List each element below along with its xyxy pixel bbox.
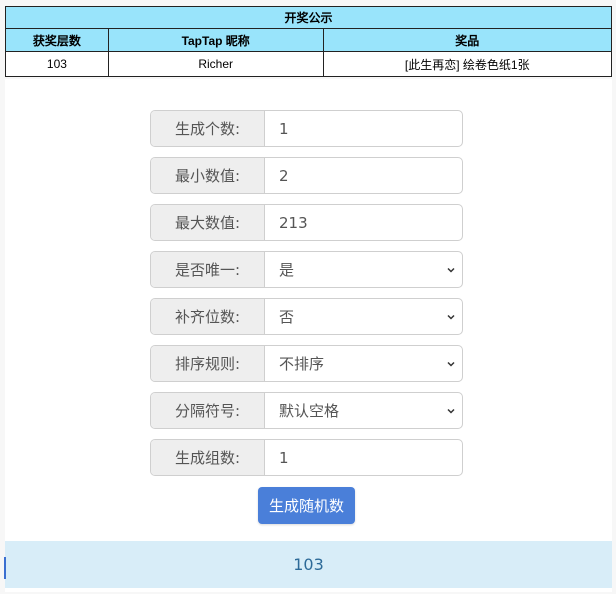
groups-label: 生成组数: bbox=[151, 440, 265, 475]
min-label: 最小数值: bbox=[151, 158, 265, 193]
pad-label: 补齐位数: bbox=[151, 299, 265, 334]
cell-nickname: Richer bbox=[107, 51, 324, 77]
generate-button[interactable]: 生成随机数 bbox=[258, 487, 355, 524]
unique-value: 是 bbox=[279, 261, 295, 279]
chevron-down-icon bbox=[447, 408, 455, 414]
generator-card: 生成个数: 最小数值: 最大数值: 是否唯一: 是 补齐位数: bbox=[5, 79, 612, 592]
generator-form: 生成个数: 最小数值: 最大数值: 是否唯一: 是 补齐位数: bbox=[150, 110, 463, 486]
max-row: 最大数值: bbox=[150, 204, 463, 241]
sort-select[interactable]: 不排序 bbox=[265, 346, 462, 381]
separator-select[interactable]: 默认空格 bbox=[265, 393, 462, 428]
max-input[interactable] bbox=[279, 213, 462, 232]
header-floor: 获奖层数 bbox=[5, 28, 109, 52]
sort-row: 排序规则: 不排序 bbox=[150, 345, 463, 382]
pad-row: 补齐位数: 否 bbox=[150, 298, 463, 335]
page: 开奖公示 获奖层数 TapTap 昵称 奖品 103 Richer [此生再恋]… bbox=[0, 0, 616, 594]
cell-prize: [此生再恋] 绘卷色纸1张 bbox=[322, 51, 613, 77]
unique-select[interactable]: 是 bbox=[265, 252, 462, 287]
separator-label: 分隔符号: bbox=[151, 393, 265, 428]
groups-input[interactable] bbox=[279, 448, 462, 467]
table-row: 103 Richer [此生再恋] 绘卷色纸1张 bbox=[5, 51, 613, 77]
max-label: 最大数值: bbox=[151, 205, 265, 240]
chevron-down-icon bbox=[447, 314, 455, 320]
cell-floor: 103 bbox=[5, 51, 109, 77]
announcement-title: 开奖公示 bbox=[5, 6, 612, 29]
unique-row: 是否唯一: 是 bbox=[150, 251, 463, 288]
count-row: 生成个数: bbox=[150, 110, 463, 147]
header-prize: 奖品 bbox=[322, 28, 613, 52]
pad-select[interactable]: 否 bbox=[265, 299, 462, 334]
result-display: 103 bbox=[5, 541, 612, 588]
sort-value: 不排序 bbox=[279, 355, 325, 373]
min-row: 最小数值: bbox=[150, 157, 463, 194]
chevron-down-icon bbox=[447, 267, 455, 273]
groups-row: 生成组数: bbox=[150, 439, 463, 476]
sort-label: 排序规则: bbox=[151, 346, 265, 381]
count-input[interactable] bbox=[279, 119, 462, 138]
count-label: 生成个数: bbox=[151, 111, 265, 146]
pad-value: 否 bbox=[279, 308, 295, 326]
header-nickname: TapTap 昵称 bbox=[107, 28, 324, 52]
separator-value: 默认空格 bbox=[279, 402, 340, 420]
scroll-indicator bbox=[4, 557, 6, 579]
separator-row: 分隔符号: 默认空格 bbox=[150, 392, 463, 429]
unique-label: 是否唯一: bbox=[151, 252, 265, 287]
chevron-down-icon bbox=[447, 361, 455, 367]
min-input[interactable] bbox=[279, 166, 462, 185]
announcement-table: 开奖公示 获奖层数 TapTap 昵称 奖品 103 Richer [此生再恋]… bbox=[5, 6, 613, 77]
